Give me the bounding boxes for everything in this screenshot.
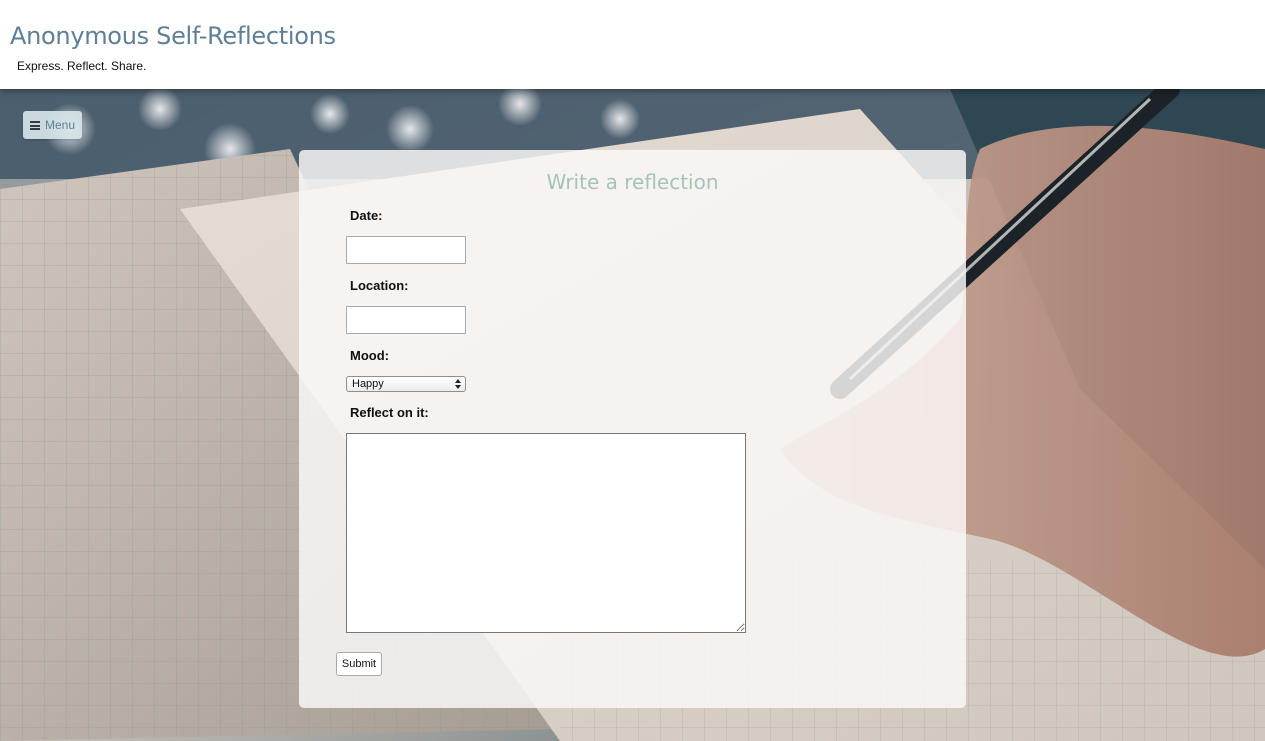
submit-button[interactable]: Submit [336, 652, 382, 676]
menu-button[interactable]: Menu [23, 111, 82, 139]
date-input[interactable] [346, 236, 466, 264]
reflection-textarea[interactable] [346, 433, 746, 633]
mood-select[interactable]: Happy [346, 376, 466, 392]
site-tagline: Express. Reflect. Share. [17, 59, 147, 73]
site-title: Anonymous Self-Reflections [10, 22, 336, 50]
reflection-label: Reflect on it: [350, 405, 429, 420]
mood-label: Mood: [350, 348, 389, 363]
reflection-form-card: Write a reflection Date: Location: Mood:… [299, 150, 966, 708]
select-arrows-icon [455, 378, 461, 390]
hamburger-icon [29, 120, 40, 130]
mood-selected-value: Happy [352, 378, 384, 390]
date-label: Date: [350, 208, 383, 223]
menu-label: Menu [44, 118, 76, 132]
location-input[interactable] [346, 306, 466, 334]
location-label: Location: [350, 278, 409, 293]
site-header: Anonymous Self-Reflections Express. Refl… [0, 0, 1265, 89]
form-heading: Write a reflection [546, 170, 719, 194]
